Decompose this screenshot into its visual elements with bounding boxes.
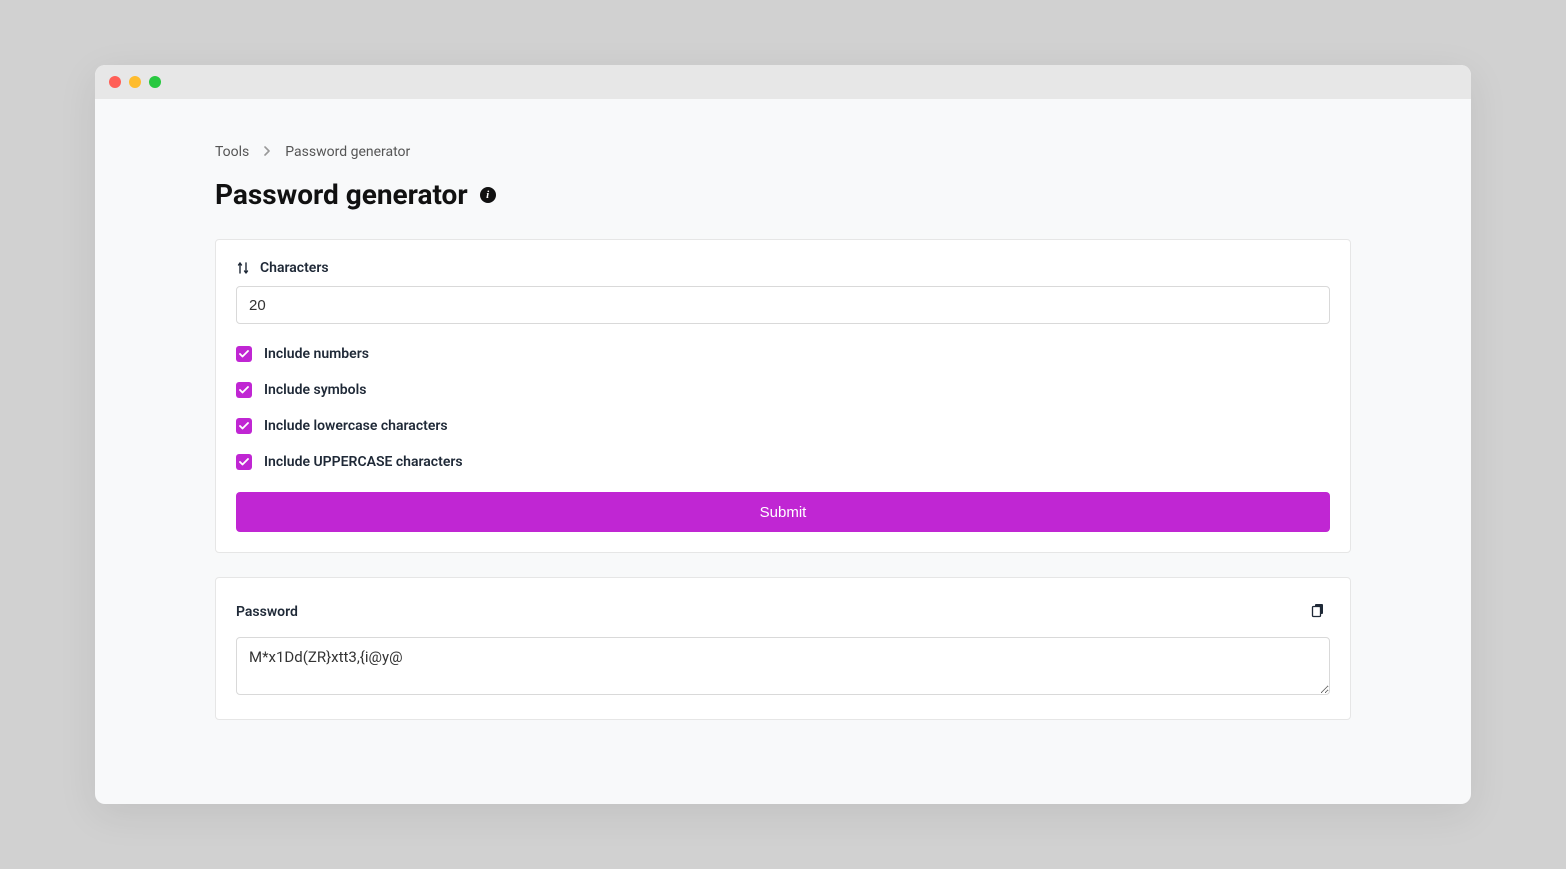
result-header: Password [236, 598, 1330, 625]
result-card: Password [215, 577, 1351, 720]
checkbox-lowercase-label: Include lowercase characters [264, 418, 448, 434]
app-window: Tools Password generator Password genera… [95, 65, 1471, 804]
chevron-right-icon [263, 144, 271, 160]
check-row-lowercase: Include lowercase characters [236, 418, 1330, 434]
result-label: Password [236, 604, 298, 620]
checkbox-uppercase[interactable] [236, 454, 252, 470]
checkbox-symbols[interactable] [236, 382, 252, 398]
characters-label-row: Characters [236, 260, 1330, 276]
close-icon[interactable] [109, 76, 121, 88]
sliders-icon [236, 261, 250, 275]
checkbox-uppercase-label: Include UPPERCASE characters [264, 454, 463, 470]
titlebar [95, 65, 1471, 99]
page-title-row: Password generator i [215, 178, 1351, 211]
checkbox-lowercase[interactable] [236, 418, 252, 434]
copy-button[interactable] [1306, 598, 1330, 625]
characters-input[interactable] [236, 286, 1330, 324]
checkbox-numbers[interactable] [236, 346, 252, 362]
generator-form-card: Characters Include numbers Include symbo… [215, 239, 1351, 553]
submit-button[interactable]: Submit [236, 492, 1330, 532]
breadcrumb-root[interactable]: Tools [215, 144, 249, 160]
check-row-symbols: Include symbols [236, 382, 1330, 398]
minimize-icon[interactable] [129, 76, 141, 88]
copy-icon [1310, 602, 1326, 621]
breadcrumb: Tools Password generator [215, 144, 1351, 160]
checkbox-numbers-label: Include numbers [264, 346, 369, 362]
password-output[interactable] [236, 637, 1330, 695]
check-row-numbers: Include numbers [236, 346, 1330, 362]
page-title: Password generator [215, 178, 468, 211]
content-area: Tools Password generator Password genera… [95, 99, 1471, 804]
breadcrumb-current: Password generator [285, 144, 410, 160]
characters-label: Characters [260, 260, 329, 276]
checkbox-symbols-label: Include symbols [264, 382, 366, 398]
info-icon[interactable]: i [480, 187, 496, 203]
check-row-uppercase: Include UPPERCASE characters [236, 454, 1330, 470]
maximize-icon[interactable] [149, 76, 161, 88]
